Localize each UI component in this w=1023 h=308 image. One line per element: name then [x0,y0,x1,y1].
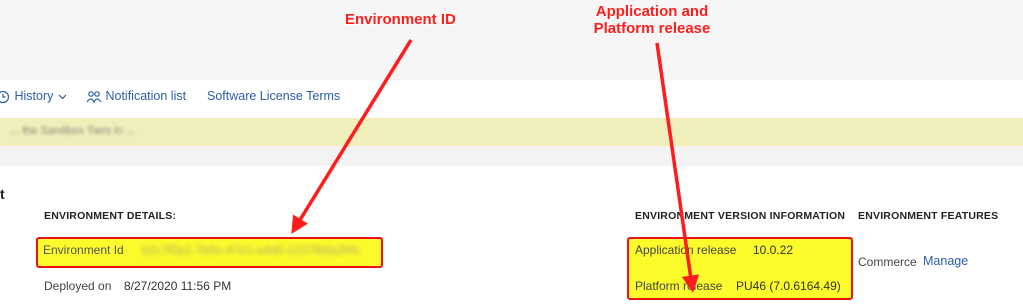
page-header-band [0,0,1023,80]
history-menu[interactable]: History [0,89,68,104]
section-gap [0,146,1023,166]
environment-id-label: Environment Id [43,243,124,257]
notification-list-label: Notification list [105,89,187,103]
page-title: t [0,186,5,202]
history-label: History [14,89,54,103]
commerce-feature-label: Commerce [858,255,917,269]
software-license-terms-link[interactable]: Software License Terms [207,89,340,103]
notification-list-button[interactable]: Notification list [86,89,186,104]
deployed-on-label: Deployed on [44,279,112,293]
platform-release-label: Platform release [635,279,723,293]
application-release-value: 10.0.22 [753,243,794,257]
environment-features-heading: ENVIRONMENT FEATURES [858,210,999,222]
platform-release-value: PU46 (7.0.6164.49) [736,279,841,293]
manage-commerce-link[interactable]: Manage [923,254,968,268]
info-banner: ... the Sandbox Tiers in ... [0,118,1023,146]
environment-details-heading: ENVIRONMENT DETAILS: [44,210,177,222]
environment-id-annotation: Environment ID [345,11,456,28]
people-icon [86,90,102,104]
chevron-down-icon [58,94,67,100]
environment-content-panel: t ENVIRONMENT DETAILS: ENVIRONMENT VERSI… [0,166,1023,308]
banner-text: ... the Sandbox Tiers in ... [10,125,135,137]
application-release-label: Application release [635,243,737,257]
software-license-label: Software License Terms [207,89,341,103]
clock-icon [0,90,10,103]
deployed-on-value: 8/27/2020 11:56 PM [124,279,232,293]
environment-id-value: b2c7f0a1-7b5e-47e1-a4d0-1237fb6a2f4c [142,243,361,257]
version-info-heading: ENVIRONMENT VERSION INFORMATION [635,210,846,222]
release-annotation: Application and Platform release [593,3,711,37]
action-toolbar: History Notification list Software Licen… [0,80,1023,119]
